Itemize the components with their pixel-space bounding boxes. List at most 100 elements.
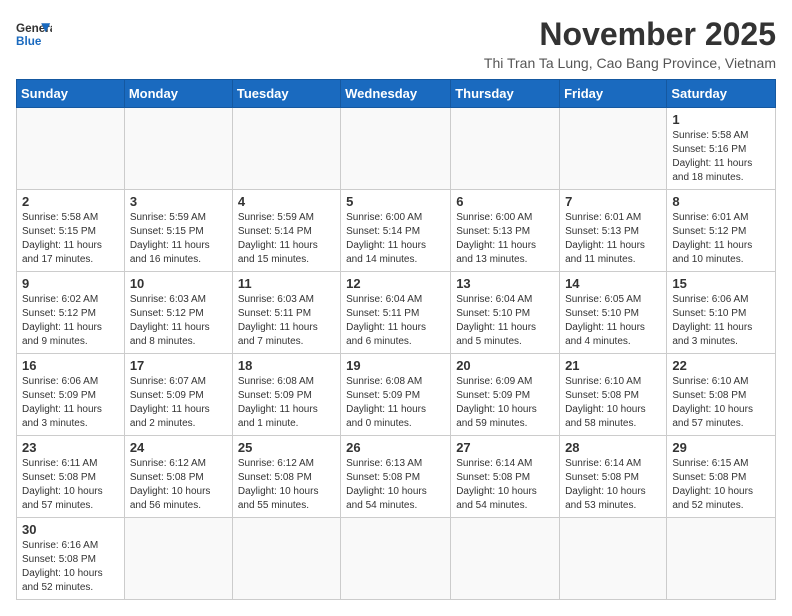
calendar-cell: 12 Sunrise: 6:04 AM Sunset: 5:11 PM Dayli… [341, 272, 451, 354]
day-info: Sunrise: 6:04 AM Sunset: 5:11 PM Dayligh… [346, 293, 445, 349]
day-number: 6 [456, 194, 554, 209]
calendar-cell [560, 518, 667, 600]
day-number: 8 [672, 194, 770, 209]
logo-icon: General Blue [16, 16, 52, 52]
calendar-cell: 3 Sunrise: 5:59 AM Sunset: 5:15 PM Daylig… [124, 190, 232, 272]
calendar-cell: 18Sunrise: 6:08 AM Sunset: 5:09 PM Dayli… [232, 354, 340, 436]
day-number: 14 [565, 276, 661, 291]
calendar-cell: 24 Sunrise: 6:12 AM Sunset: 5:08 PM Dayli… [124, 436, 232, 518]
day-number: 13 [456, 276, 554, 291]
day-info: Sunrise: 5:58 AM Sunset: 5:15 PM Dayligh… [22, 211, 119, 267]
calendar-cell: 11 Sunrise: 6:03 AM Sunset: 5:11 PM Dayli… [232, 272, 340, 354]
day-info: Sunrise: 6:00 AM Sunset: 5:14 PM Dayligh… [346, 211, 445, 267]
calendar-cell: 26Sunrise: 6:13 AM Sunset: 5:08 PM Dayli… [341, 436, 451, 518]
day-info: Sunrise: 6:10 AM Sunset: 5:08 PM Dayligh… [672, 375, 770, 431]
calendar-week-row: 2Sunrise: 5:58 AM Sunset: 5:15 PM Daylig… [17, 190, 776, 272]
month-title: November 2025 [484, 16, 776, 53]
col-header-saturday: Saturday [667, 80, 776, 108]
day-info: Sunrise: 5:59 AM Sunset: 5:15 PM Dayligh… [130, 211, 227, 267]
day-info: Sunrise: 5:58 AM Sunset: 5:16 PM Dayligh… [672, 129, 770, 185]
day-number: 22 [672, 358, 770, 373]
day-info: Sunrise: 5:59 AM Sunset: 5:14 PM Dayligh… [238, 211, 335, 267]
col-header-sunday: Sunday [17, 80, 125, 108]
day-info: Sunrise: 6:08 AM Sunset: 5:09 PM Dayligh… [346, 375, 445, 431]
day-number: 1 [672, 112, 770, 127]
calendar-cell: 19 Sunrise: 6:08 AM Sunset: 5:09 PM Dayli… [341, 354, 451, 436]
day-info: Sunrise: 6:12 AM Sunset: 5:08 PM Dayligh… [130, 457, 227, 513]
svg-text:Blue: Blue [16, 35, 42, 48]
calendar-cell: 29 Sunrise: 6:15 AM Sunset: 5:08 PM Dayli… [667, 436, 776, 518]
day-info: Sunrise: 6:14 AM Sunset: 5:08 PM Dayligh… [565, 457, 661, 513]
calendar-cell [341, 518, 451, 600]
day-info: Sunrise: 6:16 AM Sunset: 5:08 PM Dayligh… [22, 539, 119, 595]
day-number: 16 [22, 358, 119, 373]
calendar-cell: 16 Sunrise: 6:06 AM Sunset: 5:09 PM Dayli… [17, 354, 125, 436]
day-info: Sunrise: 6:13 AM Sunset: 5:08 PM Dayligh… [346, 457, 445, 513]
calendar-week-row: 23Sunrise: 6:11 AM Sunset: 5:08 PM Dayli… [17, 436, 776, 518]
calendar-cell: 7Sunrise: 6:01 AM Sunset: 5:13 PM Daylig… [560, 190, 667, 272]
calendar-cell: 28Sunrise: 6:14 AM Sunset: 5:08 PM Dayli… [560, 436, 667, 518]
day-number: 30 [22, 522, 119, 537]
calendar-cell: 21Sunrise: 6:10 AM Sunset: 5:08 PM Dayli… [560, 354, 667, 436]
day-number: 29 [672, 440, 770, 455]
location-subtitle: Thi Tran Ta Lung, Cao Bang Province, Vie… [484, 55, 776, 71]
day-info: Sunrise: 6:07 AM Sunset: 5:09 PM Dayligh… [130, 375, 227, 431]
day-info: Sunrise: 6:01 AM Sunset: 5:12 PM Dayligh… [672, 211, 770, 267]
day-info: Sunrise: 6:03 AM Sunset: 5:11 PM Dayligh… [238, 293, 335, 349]
day-info: Sunrise: 6:06 AM Sunset: 5:10 PM Dayligh… [672, 293, 770, 349]
day-number: 12 [346, 276, 445, 291]
day-info: Sunrise: 6:05 AM Sunset: 5:10 PM Dayligh… [565, 293, 661, 349]
day-number: 24 [130, 440, 227, 455]
calendar-week-row: 1 Sunrise: 5:58 AM Sunset: 5:16 PM Daylig… [17, 108, 776, 190]
day-number: 27 [456, 440, 554, 455]
calendar-cell: 20Sunrise: 6:09 AM Sunset: 5:09 PM Dayli… [451, 354, 560, 436]
calendar-cell: 9 Sunrise: 6:02 AM Sunset: 5:12 PM Daylig… [17, 272, 125, 354]
day-info: Sunrise: 6:03 AM Sunset: 5:12 PM Dayligh… [130, 293, 227, 349]
day-number: 9 [22, 276, 119, 291]
day-number: 25 [238, 440, 335, 455]
day-number: 18 [238, 358, 335, 373]
col-header-thursday: Thursday [451, 80, 560, 108]
title-block: November 2025 Thi Tran Ta Lung, Cao Bang… [484, 16, 776, 71]
calendar-cell: 23Sunrise: 6:11 AM Sunset: 5:08 PM Dayli… [17, 436, 125, 518]
day-number: 3 [130, 194, 227, 209]
calendar-cell: 5 Sunrise: 6:00 AM Sunset: 5:14 PM Daylig… [341, 190, 451, 272]
calendar-cell [341, 108, 451, 190]
col-header-tuesday: Tuesday [232, 80, 340, 108]
calendar-cell: 13 Sunrise: 6:04 AM Sunset: 5:10 PM Dayli… [451, 272, 560, 354]
day-info: Sunrise: 6:04 AM Sunset: 5:10 PM Dayligh… [456, 293, 554, 349]
day-info: Sunrise: 6:15 AM Sunset: 5:08 PM Dayligh… [672, 457, 770, 513]
day-number: 10 [130, 276, 227, 291]
calendar-week-row: 30 Sunrise: 6:16 AM Sunset: 5:08 PM Dayli… [17, 518, 776, 600]
day-info: Sunrise: 6:12 AM Sunset: 5:08 PM Dayligh… [238, 457, 335, 513]
day-info: Sunrise: 6:09 AM Sunset: 5:09 PM Dayligh… [456, 375, 554, 431]
calendar-week-row: 16 Sunrise: 6:06 AM Sunset: 5:09 PM Dayli… [17, 354, 776, 436]
calendar-week-row: 9 Sunrise: 6:02 AM Sunset: 5:12 PM Daylig… [17, 272, 776, 354]
col-header-monday: Monday [124, 80, 232, 108]
day-info: Sunrise: 6:06 AM Sunset: 5:09 PM Dayligh… [22, 375, 119, 431]
calendar-cell [560, 108, 667, 190]
calendar-cell [451, 108, 560, 190]
calendar-cell: 8 Sunrise: 6:01 AM Sunset: 5:12 PM Daylig… [667, 190, 776, 272]
day-info: Sunrise: 6:02 AM Sunset: 5:12 PM Dayligh… [22, 293, 119, 349]
calendar-cell: 25 Sunrise: 6:12 AM Sunset: 5:08 PM Dayli… [232, 436, 340, 518]
day-number: 21 [565, 358, 661, 373]
day-number: 15 [672, 276, 770, 291]
page-header: General Blue November 2025 Thi Tran Ta L… [16, 16, 776, 71]
day-number: 19 [346, 358, 445, 373]
calendar-cell: 1 Sunrise: 5:58 AM Sunset: 5:16 PM Daylig… [667, 108, 776, 190]
calendar-cell: 22 Sunrise: 6:10 AM Sunset: 5:08 PM Dayli… [667, 354, 776, 436]
day-number: 11 [238, 276, 335, 291]
calendar-cell [451, 518, 560, 600]
calendar-cell [124, 108, 232, 190]
calendar-table: SundayMondayTuesdayWednesdayThursdayFrid… [16, 79, 776, 600]
day-number: 23 [22, 440, 119, 455]
day-number: 17 [130, 358, 227, 373]
calendar-cell: 10 Sunrise: 6:03 AM Sunset: 5:12 PM Dayli… [124, 272, 232, 354]
calendar-cell [232, 518, 340, 600]
calendar-cell [124, 518, 232, 600]
day-number: 5 [346, 194, 445, 209]
logo: General Blue [16, 16, 52, 52]
calendar-cell [232, 108, 340, 190]
col-header-friday: Friday [560, 80, 667, 108]
